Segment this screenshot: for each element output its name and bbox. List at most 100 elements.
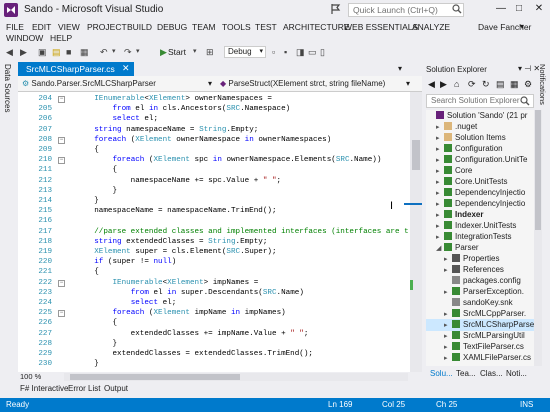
type-dropdown[interactable]: ⚙ Sando.Parser.SrcMLCSharpParser ▾: [22, 78, 212, 90]
configuration-dropdown[interactable]: Debug ▾: [224, 46, 266, 58]
user-chevron-down-icon[interactable]: ▾: [520, 22, 524, 31]
collapse-icon[interactable]: ▤: [496, 79, 505, 90]
quick-launch-input[interactable]: Quick Launch (Ctrl+Q): [348, 3, 464, 17]
code-line[interactable]: namespaceName += spc.Value + " ";: [76, 177, 281, 185]
code-line[interactable]: select el;: [76, 115, 158, 123]
start-button[interactable]: Start: [168, 46, 186, 58]
menu-tools[interactable]: TOOLS: [222, 22, 251, 32]
undo-icon[interactable]: ↶: [100, 46, 108, 58]
tab-solution-explorer[interactable]: Solu...: [430, 369, 453, 378]
data-sources-tab[interactable]: Data Sources: [3, 64, 12, 112]
code-line[interactable]: {: [76, 268, 99, 276]
code-line[interactable]: }: [76, 187, 117, 195]
code-line[interactable]: //parse extended classes and implemented…: [76, 228, 408, 236]
editor-hscroll-thumb[interactable]: [70, 374, 240, 380]
search-icon[interactable]: [520, 96, 530, 106]
member-dropdown[interactable]: ◆ ParseStruct(XElement strct, string fil…: [220, 78, 410, 90]
code-line[interactable]: from el in cls.Ancestors(SRC.Namespace): [76, 105, 290, 113]
menu-file[interactable]: FILE: [6, 22, 24, 32]
open-folder-icon[interactable]: ▤: [52, 46, 61, 58]
code-line[interactable]: IEnumerable<XElement> ownerNamespaces =: [76, 95, 272, 103]
sync-icon[interactable]: ⟳: [468, 79, 476, 90]
menu-test[interactable]: TEST: [255, 22, 277, 32]
menu-analyze[interactable]: ANALYZE: [412, 22, 450, 32]
expand-arrow-icon[interactable]: ▸: [444, 353, 452, 364]
tab-class-view[interactable]: Clas...: [480, 369, 503, 378]
play-icon[interactable]: ▶: [160, 46, 167, 58]
save-icon[interactable]: ■: [66, 46, 71, 58]
menu-web-essentials[interactable]: WEB ESSENTIALS: [344, 22, 418, 32]
forward-icon[interactable]: ▶: [440, 79, 447, 90]
tab-notifications[interactable]: Noti...: [506, 369, 527, 378]
code-line[interactable]: IEnumerable<XElement> impNames =: [76, 279, 258, 287]
back-icon[interactable]: ◀: [428, 79, 435, 90]
tab-fsharp-interactive[interactable]: F# Interactive: [20, 384, 68, 393]
tab-error-list[interactable]: Error List: [68, 384, 100, 393]
menu-team[interactable]: TEAM: [192, 22, 216, 32]
menu-build[interactable]: BUILD: [127, 22, 152, 32]
home-icon[interactable]: ⌂: [454, 79, 459, 89]
code-line[interactable]: }: [76, 360, 99, 368]
tab-output[interactable]: Output: [104, 384, 128, 393]
quick-launch-search-icon[interactable]: [452, 4, 462, 14]
code-line[interactable]: XElement super = cls.Element(SRC.Super);: [76, 248, 276, 256]
menu-debug[interactable]: DEBUG: [157, 22, 187, 32]
editor-scroll-thumb[interactable]: [412, 140, 420, 170]
menu-edit[interactable]: EDIT: [32, 22, 51, 32]
settings-icon[interactable]: ⚙: [524, 79, 532, 90]
code-line[interactable]: }: [76, 340, 117, 348]
solution-search-input[interactable]: Search Solution Explorer: [426, 94, 534, 108]
collapse-region-icon[interactable]: −: [58, 157, 65, 165]
solution-config-icon[interactable]: ▣: [38, 46, 47, 58]
redo-icon[interactable]: ↷: [124, 46, 132, 58]
menu-help[interactable]: HELP: [50, 33, 72, 43]
menu-view[interactable]: VIEW: [58, 22, 80, 32]
save-all-icon[interactable]: ▦: [80, 46, 89, 58]
notification-flag-icon[interactable]: [330, 3, 342, 15]
collapse-region-icon[interactable]: −: [58, 279, 65, 287]
collapse-region-icon[interactable]: −: [58, 96, 65, 103]
toolbar-button-2-icon[interactable]: ▪: [284, 46, 287, 58]
code-line[interactable]: foreach (XElement ownerNamespace in owne…: [76, 136, 331, 144]
document-tab[interactable]: SrcMLCSharpParser.cs: [18, 62, 134, 76]
collapse-region-icon[interactable]: −: [58, 310, 65, 318]
redo-dropdown-icon[interactable]: ▾: [136, 46, 140, 58]
back-icon[interactable]: ◀: [6, 46, 13, 58]
code-line[interactable]: select el;: [76, 299, 177, 307]
code-line[interactable]: {: [76, 146, 99, 154]
code-line[interactable]: from el in super.Descendants(SRC.Name): [76, 289, 304, 297]
menu-architecture[interactable]: ARCHITECTURE: [283, 22, 350, 32]
close-button[interactable]: ✕: [532, 3, 546, 15]
code-line[interactable]: }: [76, 197, 99, 205]
maximize-button[interactable]: □: [512, 3, 526, 15]
menu-project[interactable]: PROJECT: [87, 22, 127, 32]
menu-window[interactable]: WINDOW: [6, 33, 43, 43]
tab-overflow-icon[interactable]: ▾: [398, 64, 402, 73]
toolbar-button-3-icon[interactable]: ◨: [296, 46, 305, 58]
show-all-icon[interactable]: ▦: [510, 79, 519, 90]
attach-icon[interactable]: ⊞: [206, 46, 214, 58]
forward-icon[interactable]: ▶: [20, 46, 27, 58]
code-line[interactable]: extendedClasses = extendedClasses.TrimEn…: [76, 350, 313, 358]
toolbar-button-4-icon[interactable]: ▭: [308, 46, 317, 58]
minimize-button[interactable]: —: [494, 3, 508, 15]
collapse-region-icon[interactable]: −: [58, 136, 65, 144]
code-line[interactable]: {: [76, 166, 117, 174]
code-line[interactable]: string namespaceName = String.Empty;: [76, 126, 258, 134]
tab-team-explorer[interactable]: Tea...: [456, 369, 476, 378]
code-line[interactable]: foreach (XElement impName in impNames): [76, 309, 285, 317]
code-line[interactable]: foreach (XElement spc in ownerNamespace.…: [76, 156, 381, 164]
code-line[interactable]: if (super != null): [76, 258, 176, 266]
pin-icon[interactable]: ▾ ⊣ ✕: [518, 64, 540, 73]
code-line[interactable]: string extendedClasses = String.Empty;: [76, 238, 267, 246]
code-line[interactable]: {: [76, 319, 117, 327]
tab-close-icon[interactable]: ✕: [122, 63, 130, 74]
toolbar-button-1-icon[interactable]: ▫: [272, 46, 275, 58]
editor-vertical-scrollbar[interactable]: [410, 92, 422, 372]
toolbar-button-5-icon[interactable]: ▯: [320, 46, 325, 58]
solution-tree-item[interactable]: ▸ XAMLFileParser.cs: [426, 352, 534, 364]
code-line[interactable]: namespaceName = namespaceName.TrimEnd();: [76, 207, 276, 215]
start-dropdown-icon[interactable]: ▾: [193, 46, 197, 58]
notifications-tab[interactable]: Notifications: [538, 64, 547, 105]
code-line[interactable]: extendedClasses += impName.Value + " ";: [76, 330, 309, 338]
